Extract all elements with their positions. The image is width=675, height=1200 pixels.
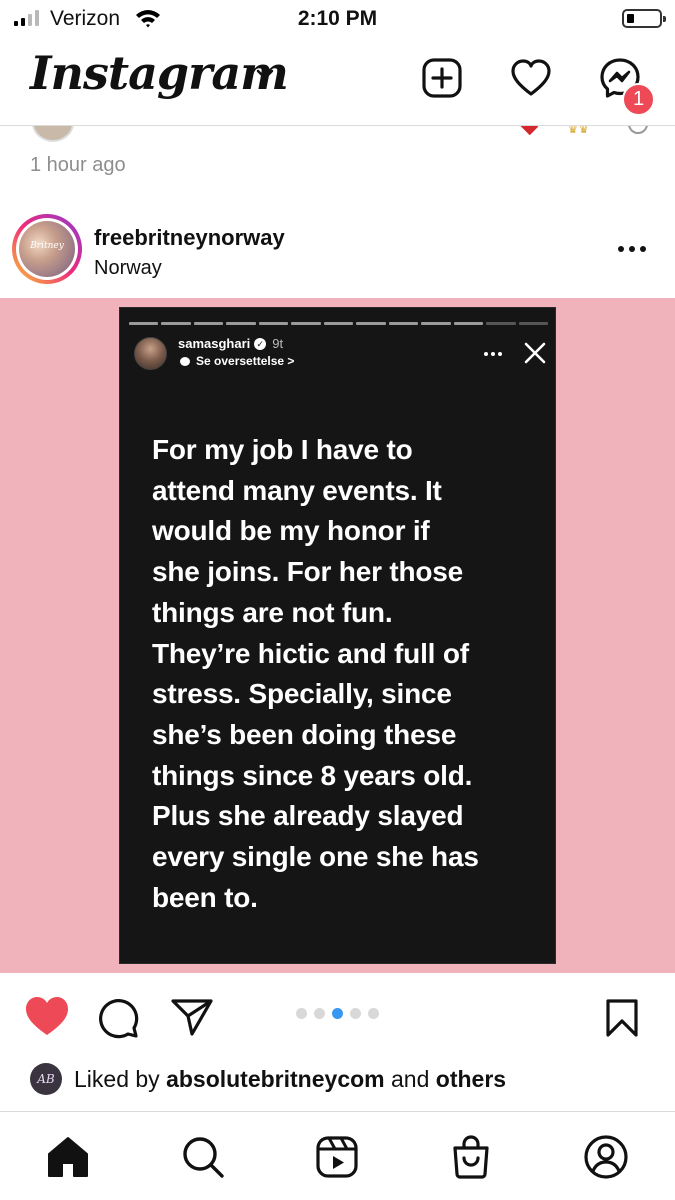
heart-filled-icon[interactable] (24, 995, 70, 1037)
translate-bubble-icon (180, 357, 190, 366)
likes-others-link[interactable]: others (436, 1066, 506, 1092)
more-circle-icon[interactable] (628, 126, 648, 134)
story-text-line: would be my honor if (152, 515, 430, 547)
app-header: Instagram 1 (0, 40, 675, 126)
post-avatar[interactable]: Britney (12, 214, 82, 284)
post-timestamp: 1 hour ago (30, 154, 126, 176)
crown-emoji-icon: ♛♛ (568, 126, 590, 136)
close-icon (524, 342, 546, 364)
carousel-dot (332, 1008, 343, 1019)
new-post-icon[interactable] (420, 56, 464, 100)
story-screenshot: samasghari ✓ 9t Se oversettelse > For my j… (119, 307, 556, 964)
story-text-line: been to. (152, 881, 258, 913)
likes-text: Liked by absolutebritneycom and others (74, 1066, 506, 1093)
liker-avatar[interactable]: AB (30, 1063, 62, 1095)
search-icon[interactable] (180, 1134, 226, 1180)
likes-middle: and (384, 1065, 436, 1092)
verified-badge-icon: ✓ (254, 338, 267, 350)
story-text-line: things since 8 years old. (152, 759, 473, 791)
story-translate: Se oversettelse (196, 354, 285, 368)
progress-segment (388, 322, 419, 325)
carousel-indicator (296, 1008, 379, 1019)
progress-segment (518, 322, 549, 325)
heart-emoji-icon (519, 126, 539, 136)
liker-username[interactable]: absolutebritneycom (166, 1066, 385, 1092)
story-text-line: stress. Specially, since (152, 678, 452, 710)
carousel-dot (368, 1008, 379, 1019)
carousel-dot (314, 1008, 325, 1019)
likes-row[interactable]: AB Liked by absolutebritneycom and other… (30, 1062, 506, 1096)
chevron-right-icon: > (287, 354, 295, 368)
progress-segment (421, 322, 451, 325)
bookmark-icon[interactable] (605, 998, 639, 1038)
status-time: 2:10 PM (297, 7, 378, 30)
more-options-icon[interactable] (618, 246, 646, 252)
avatar-text: Britney (30, 241, 64, 251)
avatar-image: Britney (19, 221, 75, 277)
post-actions (0, 973, 675, 1063)
profile-icon[interactable] (583, 1134, 629, 1180)
story-text-line: attend many events. It (152, 474, 442, 506)
likes-prefix: Liked by (74, 1065, 167, 1092)
progress-segment (161, 322, 191, 325)
story-username-row: samasghari ✓ 9t (178, 336, 283, 351)
home-icon[interactable] (45, 1134, 91, 1180)
post-media[interactable]: samasghari ✓ 9t Se oversettelse > For my j… (0, 298, 675, 973)
story-text-line: she joins. For her those (152, 556, 464, 588)
progress-segment (453, 322, 484, 325)
story-progress-bar (129, 322, 549, 325)
progress-segment (323, 322, 354, 325)
share-icon[interactable] (170, 997, 214, 1037)
progress-segment (356, 322, 386, 325)
story-avatar (134, 337, 167, 370)
story-more-icon (484, 352, 502, 356)
progress-segment (486, 322, 516, 325)
carousel-dot (350, 1008, 361, 1019)
story-username: samasghari (178, 336, 251, 351)
bottom-nav (0, 1111, 675, 1200)
story-translate-row: Se oversettelse > (180, 354, 294, 368)
progress-segment (258, 322, 289, 325)
battery-icon (622, 9, 666, 28)
post-location[interactable]: Norway (94, 257, 162, 280)
activity-heart-icon[interactable] (509, 56, 553, 100)
story-time: 9t (272, 336, 284, 351)
shop-icon[interactable] (448, 1134, 494, 1180)
story-text-line: things are not fun. (152, 596, 393, 628)
instagram-logo[interactable]: Instagram (30, 46, 289, 100)
chevron-down-icon[interactable] (255, 68, 275, 82)
status-bar: Verizon 2:10 PM (0, 0, 675, 40)
story-text-line: Plus she already slayed (152, 800, 464, 832)
story-text-line: she’s been doing these (152, 718, 457, 750)
progress-segment (193, 322, 224, 325)
story-text-line: They’re hictic and full of (152, 637, 469, 669)
post-username[interactable]: freebritneynorway (94, 225, 285, 251)
previous-post-avatar[interactable] (32, 126, 74, 142)
reels-icon[interactable] (314, 1134, 360, 1180)
previous-post-strip: ♛♛ (0, 126, 675, 144)
carousel-dot (296, 1008, 307, 1019)
progress-segment (129, 322, 159, 325)
messenger-badge: 1 (622, 83, 655, 116)
progress-segment (226, 322, 256, 325)
story-text-line: every single one she has (152, 841, 479, 873)
comment-icon[interactable] (98, 997, 140, 1039)
story-text: For my job I have to attend many events. … (152, 430, 552, 918)
progress-segment (291, 322, 321, 325)
story-text-line: For my job I have to (152, 434, 413, 465)
